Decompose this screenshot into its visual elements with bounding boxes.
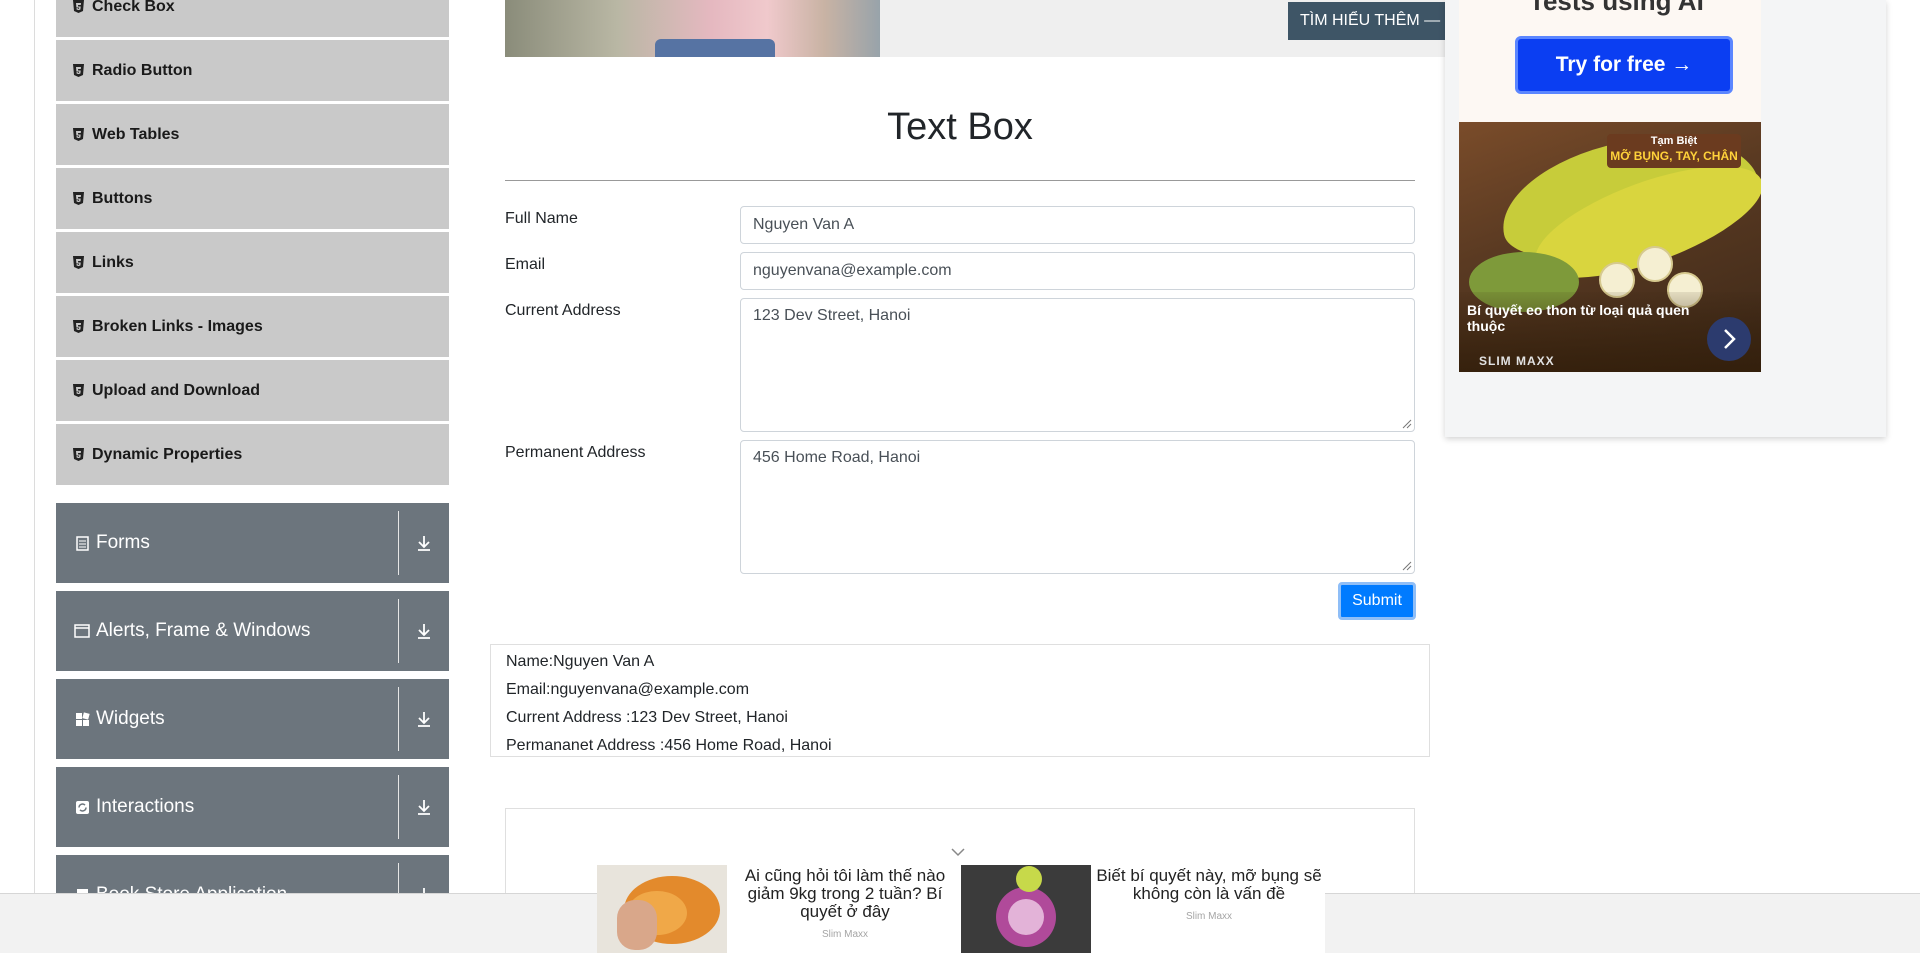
- title-divider: [505, 180, 1415, 181]
- sidebar-item-label: Check Box: [92, 0, 175, 15]
- html5-icon: [72, 384, 84, 398]
- resize-handle-icon[interactable]: [1402, 561, 1412, 571]
- ad-brand: SLIM MAXX: [1479, 354, 1555, 368]
- email-input[interactable]: nguyenvana@example.com: [740, 252, 1415, 290]
- sidebar-group-alerts[interactable]: Alerts, Frame & Windows: [56, 591, 449, 671]
- sidebar-item-label: Buttons: [92, 189, 153, 207]
- sidebar-item-label: Radio Button: [92, 61, 193, 79]
- sidebar-item-broken-links[interactable]: Broken Links - Images: [56, 296, 449, 358]
- download-arrow-icon[interactable]: [399, 679, 449, 759]
- chevron-down-icon[interactable]: [950, 846, 966, 858]
- html5-icon: [72, 0, 84, 14]
- full-name-label: Full Name: [505, 210, 578, 227]
- try-for-free-button[interactable]: Try for free →: [1515, 36, 1733, 94]
- sidebar-item-label: Dynamic Properties: [92, 445, 243, 463]
- sidebar-group-widgets[interactable]: Widgets: [56, 679, 449, 759]
- current-address-label: Current Address: [505, 302, 621, 319]
- full-name-input[interactable]: Nguyen Van A: [740, 206, 1415, 244]
- permanent-address-label: Permanent Address: [505, 444, 646, 461]
- banner-learn-more-button[interactable]: TÌM HIỂU THÊM —: [1288, 2, 1448, 40]
- output-name: Name:Nguyen Van A: [506, 653, 655, 670]
- ad-tag-line1: Tạm Biệt: [1650, 135, 1698, 147]
- document-icon: [74, 535, 90, 551]
- bottom-ad-source: Slim Maxx: [1185, 911, 1233, 922]
- bottom-ad-1[interactable]: Ai cũng hỏi tôi làm thế nào giảm 9kg tro…: [597, 865, 961, 953]
- download-arrow-icon[interactable]: [399, 503, 449, 583]
- bottom-ad-2[interactable]: Biết bí quyết này, mỡ bụng sẽ không còn …: [961, 865, 1325, 953]
- bottom-ad-text: Ai cũng hỏi tôi làm thế nào giảm 9kg tro…: [744, 866, 946, 921]
- email-label: Email: [505, 256, 546, 273]
- grid-icon: [74, 711, 90, 727]
- ad-tag: Tạm Biệt MỠ BỤNG, TAY, CHÂN: [1607, 134, 1741, 168]
- chevron-right-icon[interactable]: [1707, 317, 1751, 361]
- submit-button[interactable]: Submit: [1338, 582, 1416, 620]
- window-icon: [74, 623, 90, 639]
- sidebar-item-label: Web Tables: [92, 125, 180, 143]
- banana-ad-image[interactable]: Tạm Biệt MỠ BỤNG, TAY, CHÂN Bí quyết eo …: [1459, 122, 1761, 372]
- html5-icon: [72, 192, 84, 206]
- sidebar-item-label: Upload and Download: [92, 381, 260, 399]
- bottom-ad-thumb: [961, 865, 1091, 953]
- bottom-ad-thumb: [597, 865, 727, 953]
- sidebar-group-label: Alerts, Frame & Windows: [96, 620, 311, 641]
- sidebar-item-web-tables[interactable]: Web Tables: [56, 104, 449, 166]
- page-title: Text Box: [887, 106, 1033, 148]
- refresh-icon: [74, 799, 90, 815]
- sidebar-group-label: Widgets: [96, 708, 165, 729]
- output-permanent-address: Permananet Address :456 Home Road, Hanoi: [506, 737, 832, 754]
- html5-icon: [72, 128, 84, 142]
- bottom-ad-source: Slim Maxx: [821, 929, 869, 940]
- sidebar-item-upload-download[interactable]: Upload and Download: [56, 360, 449, 422]
- sidebar-item-label: Broken Links - Images: [92, 317, 263, 335]
- banner-jeans-shape: [655, 39, 775, 57]
- page: Check Box Radio Button Web Tables Button…: [0, 0, 1920, 953]
- sidebar-group-label: Forms: [96, 532, 150, 553]
- sidebar-group-forms[interactable]: Forms: [56, 503, 449, 583]
- output-panel: Name:Nguyen Van A Email:nguyenvana@examp…: [490, 644, 1430, 757]
- html5-icon: [72, 448, 84, 462]
- resize-handle-icon[interactable]: [1402, 419, 1412, 429]
- banana-slice-shape: [1637, 246, 1673, 282]
- right-ad-panel: Tests using AI Try for free → Tạm Biệt M…: [1445, 0, 1886, 437]
- sidebar-item-check-box[interactable]: Check Box: [56, 0, 449, 38]
- ad-top-card: Tests using AI Try for free →: [1459, 0, 1761, 122]
- ad-tag-line2: MỠ BỤNG, TAY, CHÂN: [1610, 149, 1738, 163]
- sidebar-item-dynamic-properties[interactable]: Dynamic Properties: [56, 424, 449, 486]
- left-border: [34, 0, 35, 953]
- sidebar-item-links[interactable]: Links: [56, 232, 449, 294]
- current-address-textarea[interactable]: 123 Dev Street, Hanoi: [740, 298, 1415, 432]
- permanent-address-value: 456 Home Road, Hanoi: [753, 449, 921, 466]
- sidebar-group-interactions[interactable]: Interactions: [56, 767, 449, 847]
- banner-ad-image[interactable]: [505, 0, 880, 57]
- current-address-value: 123 Dev Street, Hanoi: [753, 307, 911, 324]
- output-email: Email:nguyenvana@example.com: [506, 681, 750, 698]
- sidebar-group-label: Interactions: [96, 796, 195, 817]
- html5-icon: [72, 64, 84, 78]
- ad-text: Bí quyết eo thon từ loại quả quen thuộc: [1467, 302, 1690, 334]
- download-arrow-icon[interactable]: [399, 591, 449, 671]
- sidebar-item-radio-button[interactable]: Radio Button: [56, 40, 449, 102]
- output-current-address: Current Address :123 Dev Street, Hanoi: [506, 709, 788, 726]
- permanent-address-textarea[interactable]: 456 Home Road, Hanoi: [740, 440, 1415, 574]
- sidebar-item-label: Links: [92, 253, 134, 271]
- download-arrow-icon[interactable]: [399, 767, 449, 847]
- bottom-ad-text: Biết bí quyết này, mỡ bụng sẽ không còn …: [1096, 866, 1322, 903]
- sidebar-item-buttons[interactable]: Buttons: [56, 168, 449, 230]
- html5-icon: [72, 256, 84, 270]
- html5-icon: [72, 320, 84, 334]
- ad-heading: Tests using AI: [1529, 0, 1704, 16]
